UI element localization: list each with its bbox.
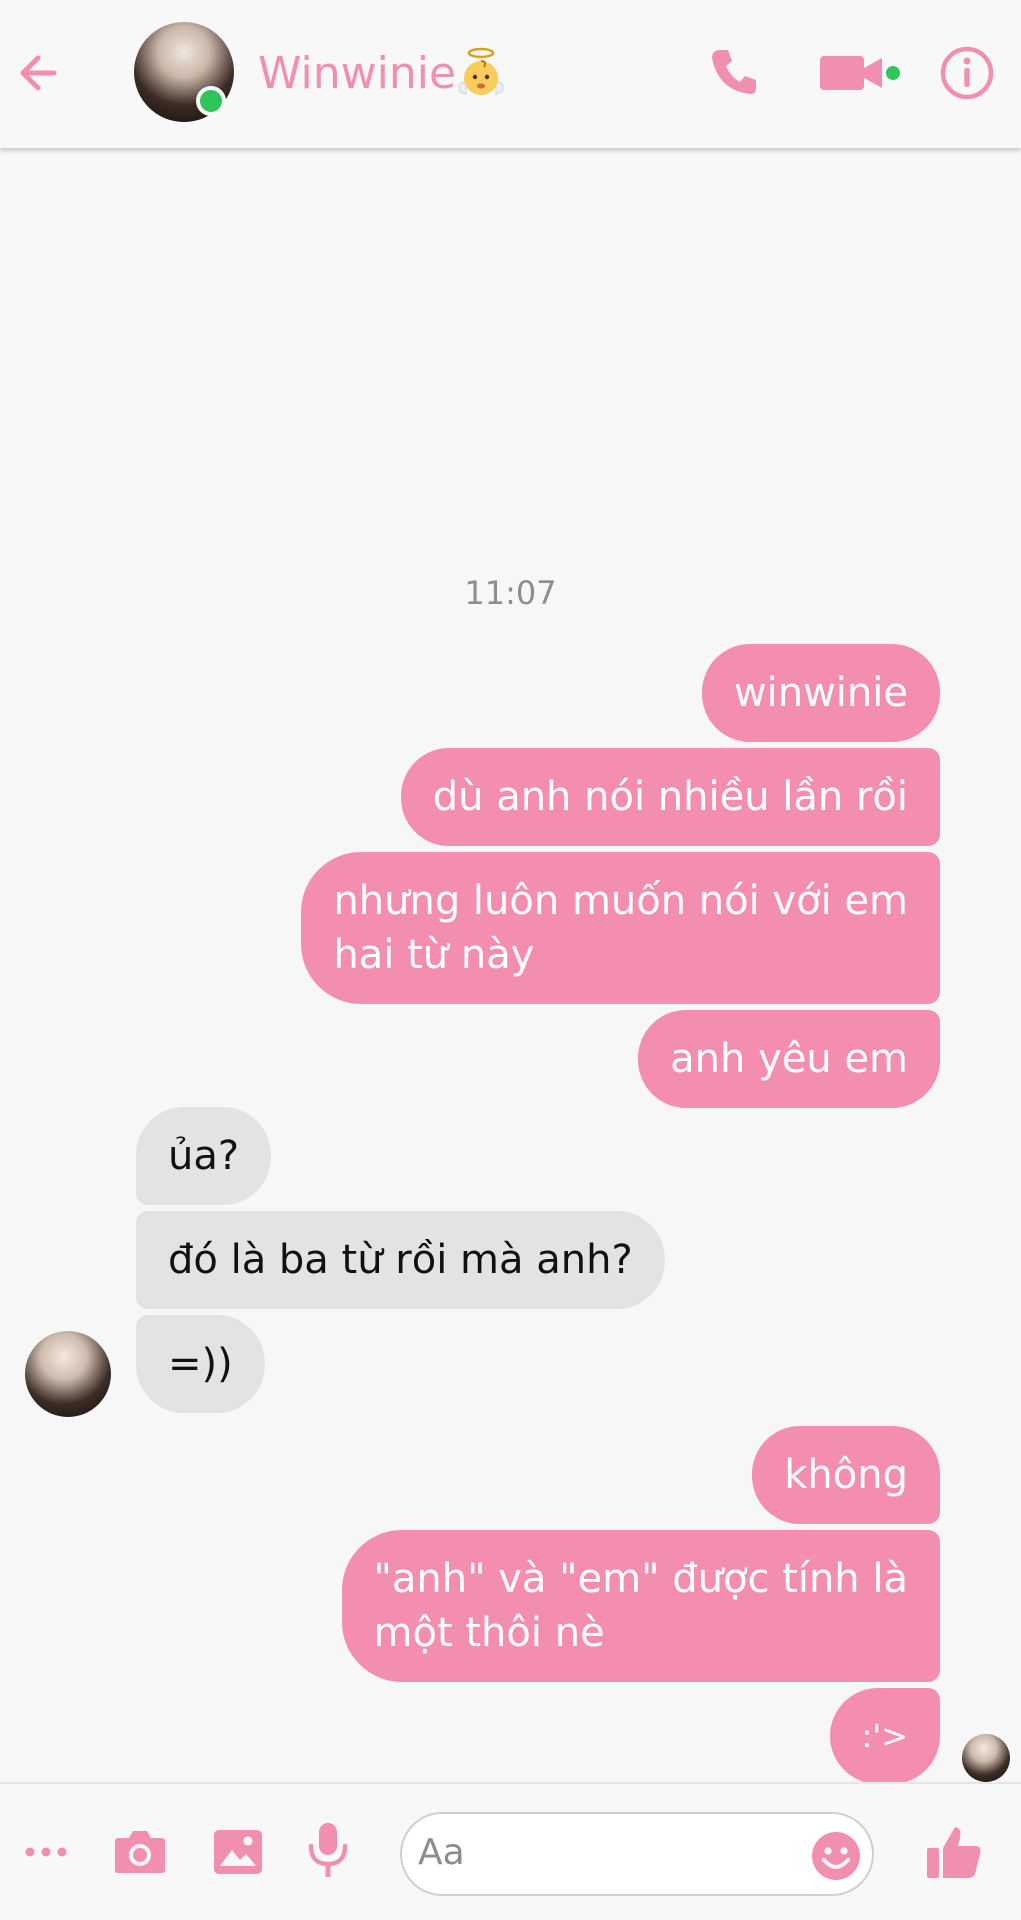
chat-header: Winwinie: [0, 0, 1021, 148]
message-text: không: [784, 1452, 908, 1498]
phone-icon[interactable]: [706, 44, 762, 100]
emoji-icon[interactable]: [810, 1830, 862, 1882]
image-icon[interactable]: [210, 1824, 266, 1880]
message-text: hai từ này: [333, 932, 535, 978]
angel-emoji-icon: [458, 47, 504, 95]
message-text: "anh" và "em" được tính là: [373, 1556, 908, 1602]
seen-receipt-avatar: [962, 1734, 1010, 1782]
message-text: :'>: [861, 1717, 908, 1755]
message-text: nhưng luôn muốn nói với em: [333, 878, 908, 924]
message-bubble-outgoing[interactable]: anh yêu em: [638, 1010, 940, 1108]
message-bubble-outgoing[interactable]: "anh" và "em" được tính là một thôi nè: [341, 1530, 940, 1682]
message-input-placeholder: Aa: [418, 1832, 465, 1873]
message-bubble-incoming[interactable]: đó là ba từ rồi mà anh?: [136, 1211, 665, 1309]
message-text: winwinie: [733, 670, 908, 716]
message-bubble-outgoing[interactable]: nhưng luôn muốn nói với em hai từ này: [301, 852, 940, 1004]
contact-name[interactable]: Winwinie: [258, 46, 456, 102]
video-camera-icon[interactable]: [818, 50, 890, 96]
camera-icon[interactable]: [112, 1824, 168, 1880]
message-bubble-incoming[interactable]: =)): [136, 1315, 265, 1413]
message-bubble-incoming[interactable]: ủa?: [136, 1107, 272, 1205]
message-bubble-outgoing[interactable]: không: [752, 1426, 940, 1524]
thumbs-up-icon[interactable]: [924, 1822, 984, 1882]
message-bubble-outgoing[interactable]: dù anh nói nhiều lần rồi: [400, 748, 940, 846]
message-text: ủa?: [168, 1133, 240, 1179]
message-text: anh yêu em: [670, 1036, 908, 1082]
message-text: =)): [168, 1341, 233, 1387]
video-active-indicator: [886, 66, 900, 80]
chat-timestamp: 11:07: [464, 574, 557, 612]
message-text: dù anh nói nhiều lần rồi: [432, 774, 908, 820]
message-bubble-outgoing[interactable]: winwinie: [701, 644, 940, 742]
message-input[interactable]: Aa: [400, 1812, 874, 1896]
microphone-icon[interactable]: [304, 1820, 352, 1880]
message-bubble-outgoing[interactable]: :'>: [829, 1688, 940, 1784]
back-arrow-icon[interactable]: [14, 44, 72, 102]
more-dots-icon[interactable]: [24, 1830, 68, 1874]
online-status-indicator: [196, 86, 226, 116]
info-icon[interactable]: [938, 44, 996, 102]
sender-avatar[interactable]: [25, 1331, 111, 1417]
message-text: đó là ba từ rồi mà anh?: [168, 1237, 633, 1283]
composer-bar: Aa: [0, 1782, 1021, 1920]
message-text: một thôi nè: [373, 1610, 605, 1656]
